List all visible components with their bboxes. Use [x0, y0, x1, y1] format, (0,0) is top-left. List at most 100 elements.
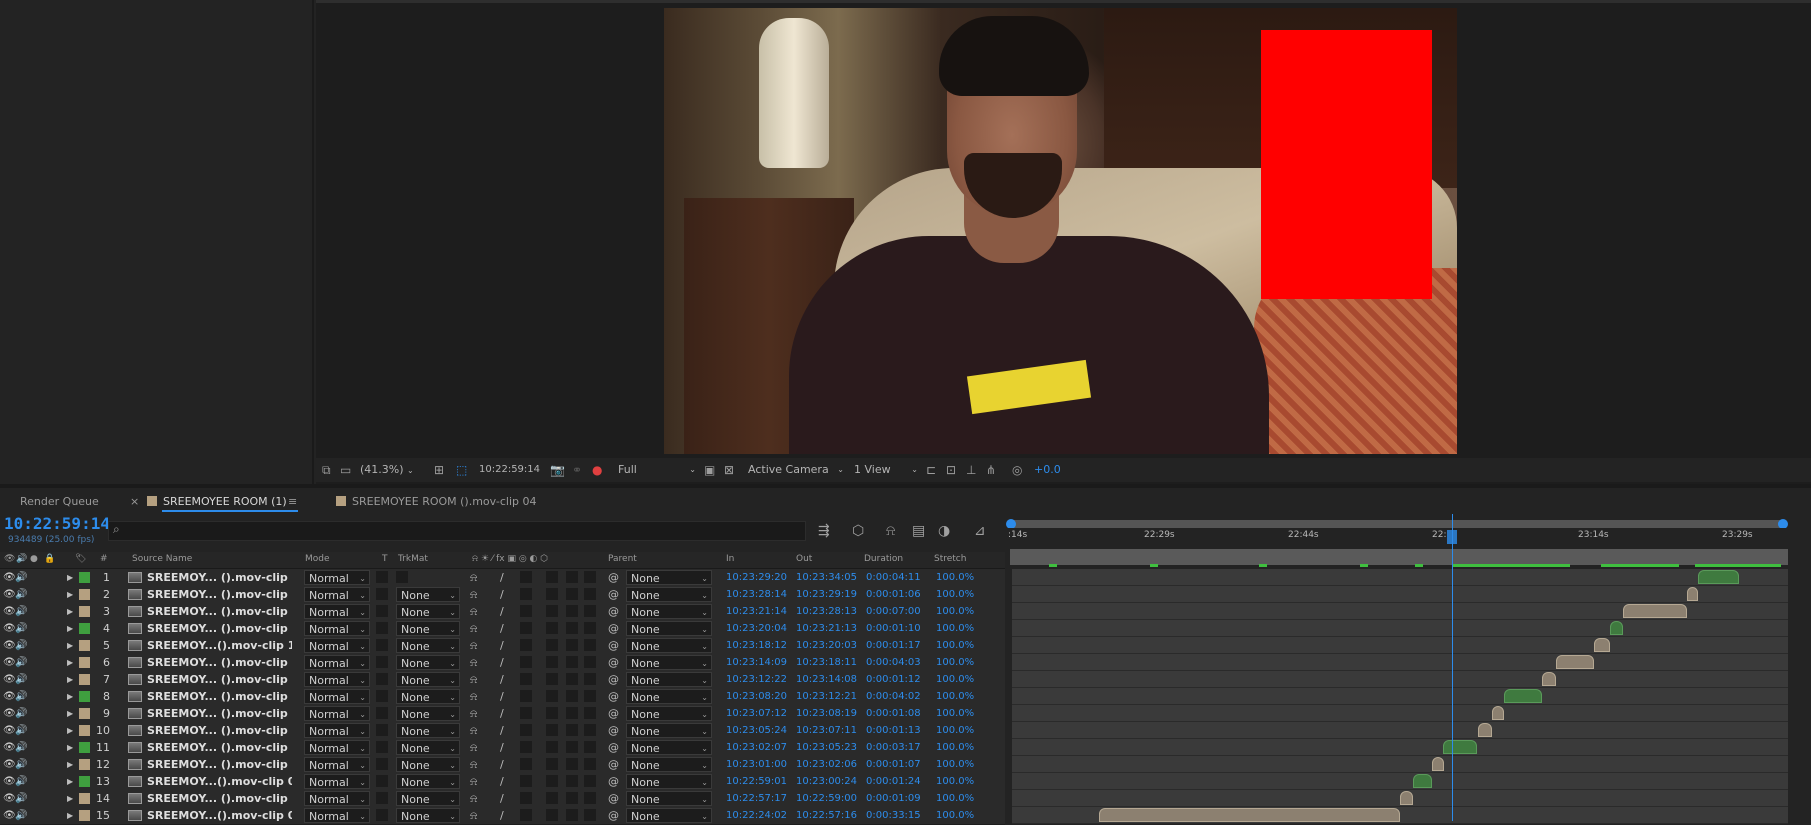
layer-source-name[interactable]: SREEMOY... ().mov-clip 09 [147, 689, 292, 704]
blend-mode-dropdown[interactable]: Normal ⌄ [304, 655, 370, 670]
preserve-transparency-toggle[interactable] [376, 605, 388, 617]
pickwhip-icon[interactable]: @ [608, 740, 619, 755]
eye-icon[interactable]: 👁 [3, 655, 16, 670]
layer-in-point[interactable]: 10:23:29:20 [726, 570, 787, 585]
3d-layer-switch[interactable] [584, 775, 596, 787]
layer-duration-bar[interactable] [1478, 723, 1492, 737]
column-t[interactable]: T [382, 554, 388, 564]
speaker-icon[interactable]: 🔊 [15, 774, 27, 789]
preserve-transparency-toggle[interactable] [376, 741, 388, 753]
blend-mode-dropdown[interactable]: Normal ⌄ [304, 672, 370, 687]
motion-blur-switch[interactable] [546, 809, 558, 821]
adjustment-switch[interactable] [566, 622, 578, 634]
eye-icon[interactable]: 👁 [3, 791, 16, 806]
layer-duration[interactable]: 0:00:07:00 [866, 604, 921, 619]
layer-stretch[interactable]: 100.0% [936, 774, 974, 789]
3d-layer-switch[interactable] [584, 690, 596, 702]
layer-out-point[interactable]: 10:23:29:19 [796, 587, 857, 602]
timeline-icon[interactable]: ⊥ [966, 461, 976, 479]
motion-blur-switch[interactable] [546, 741, 558, 753]
motion-blur-switch[interactable] [546, 605, 558, 617]
layer-stretch[interactable]: 100.0% [936, 689, 974, 704]
label-color-swatch[interactable] [79, 674, 90, 685]
adjustment-switch[interactable] [566, 605, 578, 617]
3d-layer-switch[interactable] [584, 707, 596, 719]
speaker-icon[interactable]: 🔊 [15, 757, 27, 772]
layer-duration[interactable]: 0:00:01:17 [866, 638, 921, 653]
layer-source-name[interactable]: SREEMOY... ().mov-clip 06 [147, 740, 292, 755]
layer-duration[interactable]: 0:00:01:24 [866, 774, 921, 789]
layer-row[interactable]: 👁 🔊 ▶ 8 SREEMOY... ().mov-clip 09 Normal… [0, 688, 1811, 706]
speaker-icon[interactable]: 🔊 [15, 723, 27, 738]
eye-icon[interactable]: 👁 [3, 706, 16, 721]
layer-source-name[interactable]: SREEMOY... ().mov-clip 10 [147, 672, 292, 687]
shy-switch-icon[interactable]: ⍾ [470, 791, 477, 806]
effect-switch[interactable] [520, 588, 532, 600]
effect-switch[interactable] [520, 656, 532, 668]
column-stretch[interactable]: Stretch [934, 554, 966, 564]
expand-triangle-icon[interactable]: ▶ [67, 706, 73, 721]
shy-switch-icon[interactable]: ⍾ [470, 621, 477, 636]
layer-source-name[interactable]: SREEMOY... ().mov-clip 14 [147, 604, 292, 619]
adjustment-switch[interactable] [566, 758, 578, 770]
adjustment-switch[interactable] [566, 707, 578, 719]
speaker-icon[interactable]: 🔊 [15, 706, 27, 721]
motion-blur-icon[interactable]: ◑ [938, 523, 950, 539]
label-color-swatch[interactable] [79, 759, 90, 770]
speaker-icon[interactable]: 🔊 [15, 621, 27, 636]
3d-layer-switch[interactable] [584, 809, 596, 821]
layer-in-point[interactable]: 10:23:01:00 [726, 757, 787, 772]
view-layout-select[interactable]: 1 View ⌄ [854, 461, 922, 479]
column-mode[interactable]: Mode [305, 554, 330, 564]
pickwhip-icon[interactable]: @ [608, 706, 619, 721]
blend-mode-dropdown[interactable]: Normal ⌄ [304, 740, 370, 755]
preserve-transparency-toggle[interactable] [376, 656, 388, 668]
expand-triangle-icon[interactable]: ▶ [67, 604, 73, 619]
adjustment-switch[interactable] [566, 775, 578, 787]
label-color-swatch[interactable] [79, 725, 90, 736]
adjustment-switch[interactable] [566, 639, 578, 651]
eye-icon[interactable]: 👁 [3, 638, 16, 653]
effect-switch[interactable] [520, 724, 532, 736]
preserve-transparency-toggle[interactable] [376, 809, 388, 821]
layer-row[interactable]: 👁 🔊 ▶ 6 SREEMOY... ().mov-clip 11 Normal… [0, 654, 1811, 672]
quality-switch-icon[interactable]: / [500, 621, 504, 636]
pickwhip-icon[interactable]: @ [608, 791, 619, 806]
layer-in-point[interactable]: 10:23:28:14 [726, 587, 787, 602]
layer-out-point[interactable]: 10:23:05:23 [796, 740, 857, 755]
layer-in-point[interactable]: 10:22:57:17 [726, 791, 787, 806]
parent-dropdown[interactable]: None ⌄ [626, 774, 712, 789]
3d-layer-switch[interactable] [584, 639, 596, 651]
blend-mode-dropdown[interactable]: Normal ⌄ [304, 570, 370, 585]
shy-switch-icon[interactable]: ⍾ [470, 672, 477, 687]
layer-stretch[interactable]: 100.0% [936, 672, 974, 687]
layer-in-point[interactable]: 10:23:08:20 [726, 689, 787, 704]
layer-source-name[interactable]: SREEMOY... ().mov-clip 15 [147, 587, 292, 602]
preserve-transparency-toggle[interactable] [376, 588, 388, 600]
always-preview-icon[interactable]: ⧉ [322, 461, 331, 479]
quality-switch-icon[interactable]: / [500, 672, 504, 687]
pickwhip-icon[interactable]: @ [608, 655, 619, 670]
column-duration[interactable]: Duration [864, 554, 903, 564]
label-color-swatch[interactable] [79, 589, 90, 600]
motion-blur-switch[interactable] [546, 656, 558, 668]
layer-duration-bar[interactable] [1099, 808, 1400, 822]
eye-icon[interactable]: 👁 [3, 689, 16, 704]
layer-duration-bar[interactable] [1687, 587, 1698, 601]
layer-duration-bar[interactable] [1556, 655, 1594, 669]
adjustment-switch[interactable] [566, 571, 578, 583]
speaker-icon[interactable]: 🔊 [15, 655, 27, 670]
pickwhip-icon[interactable]: @ [608, 621, 619, 636]
parent-dropdown[interactable]: None ⌄ [626, 638, 712, 653]
motion-blur-switch[interactable] [546, 690, 558, 702]
blend-mode-dropdown[interactable]: Normal ⌄ [304, 774, 370, 789]
blend-mode-dropdown[interactable]: Normal ⌄ [304, 723, 370, 738]
3d-layer-switch[interactable] [584, 758, 596, 770]
layer-duration[interactable]: 0:00:01:12 [866, 672, 921, 687]
layer-duration-bar[interactable] [1492, 706, 1504, 720]
label-color-swatch[interactable] [79, 793, 90, 804]
layer-stretch[interactable]: 100.0% [936, 723, 974, 738]
layer-row[interactable]: 👁 🔊 ▶ 12 SREEMOY... ().mov-clip 05 Norma… [0, 756, 1811, 774]
pickwhip-icon[interactable]: @ [608, 774, 619, 789]
3d-layer-switch[interactable] [584, 792, 596, 804]
